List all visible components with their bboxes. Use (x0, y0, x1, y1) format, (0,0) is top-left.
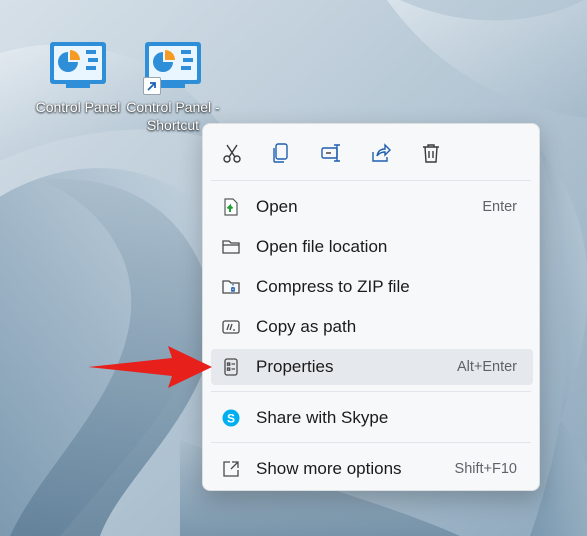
menu-item-label: Compress to ZIP file (256, 277, 410, 296)
skype-icon: S (221, 408, 241, 428)
menu-item-open[interactable]: Open Enter (211, 189, 533, 225)
context-menu-toolbar (203, 136, 539, 170)
menu-separator (211, 442, 531, 443)
open-icon (221, 197, 241, 217)
menu-item-open-file-location[interactable]: Open file location (211, 229, 533, 265)
delete-button[interactable] (414, 136, 448, 170)
menu-item-show-more-options[interactable]: Show more options Shift+F10 (211, 451, 533, 487)
menu-item-label: Share with Skype (256, 408, 389, 427)
share-icon (372, 143, 391, 162)
svg-text:S: S (227, 412, 235, 426)
rename-button[interactable] (314, 136, 348, 170)
cut-button[interactable] (215, 136, 249, 170)
copy-path-icon (221, 317, 241, 337)
copy-button[interactable] (264, 136, 298, 170)
share-button[interactable] (364, 136, 398, 170)
menu-item-label: Open (256, 197, 298, 216)
menu-item-properties[interactable]: Properties Alt+Enter (211, 349, 533, 385)
menu-item-shortcut: Enter (482, 199, 517, 215)
annotation-arrow-icon (88, 346, 212, 388)
desktop-icon-label: Control Panel (35, 99, 121, 115)
zip-icon (221, 277, 241, 297)
more-options-icon (221, 459, 241, 479)
menu-item-copy-as-path[interactable]: Copy as path (211, 309, 533, 345)
delete-icon (423, 144, 439, 163)
desktop-icon-control-panel-shortcut[interactable]: Control Panel - Shortcut (123, 40, 223, 134)
copy-icon (273, 143, 288, 163)
menu-item-label: Copy as path (256, 317, 357, 336)
cut-icon (223, 144, 241, 163)
rename-icon (321, 144, 340, 162)
menu-item-label: Properties (256, 357, 334, 376)
folder-icon (221, 237, 241, 257)
menu-item-label: Open file location (256, 237, 388, 256)
control-panel-icon (48, 40, 108, 92)
menu-item-shortcut: Shift+F10 (454, 461, 517, 477)
menu-item-shortcut: Alt+Enter (456, 359, 517, 375)
desktop-icon-control-panel[interactable]: Control Panel (28, 40, 128, 116)
menu-item-compress-to-zip[interactable]: Compress to ZIP file (211, 269, 533, 305)
menu-item-label: Show more options (256, 459, 402, 478)
control-panel-icon (143, 40, 203, 95)
menu-separator (211, 391, 531, 392)
menu-item-share-with-skype[interactable]: S Share with Skype (211, 400, 533, 436)
shortcut-overlay-icon (143, 77, 161, 95)
properties-icon (221, 357, 241, 377)
context-menu: Open Enter Open file location Compress t… (202, 123, 540, 491)
menu-separator (211, 180, 531, 181)
